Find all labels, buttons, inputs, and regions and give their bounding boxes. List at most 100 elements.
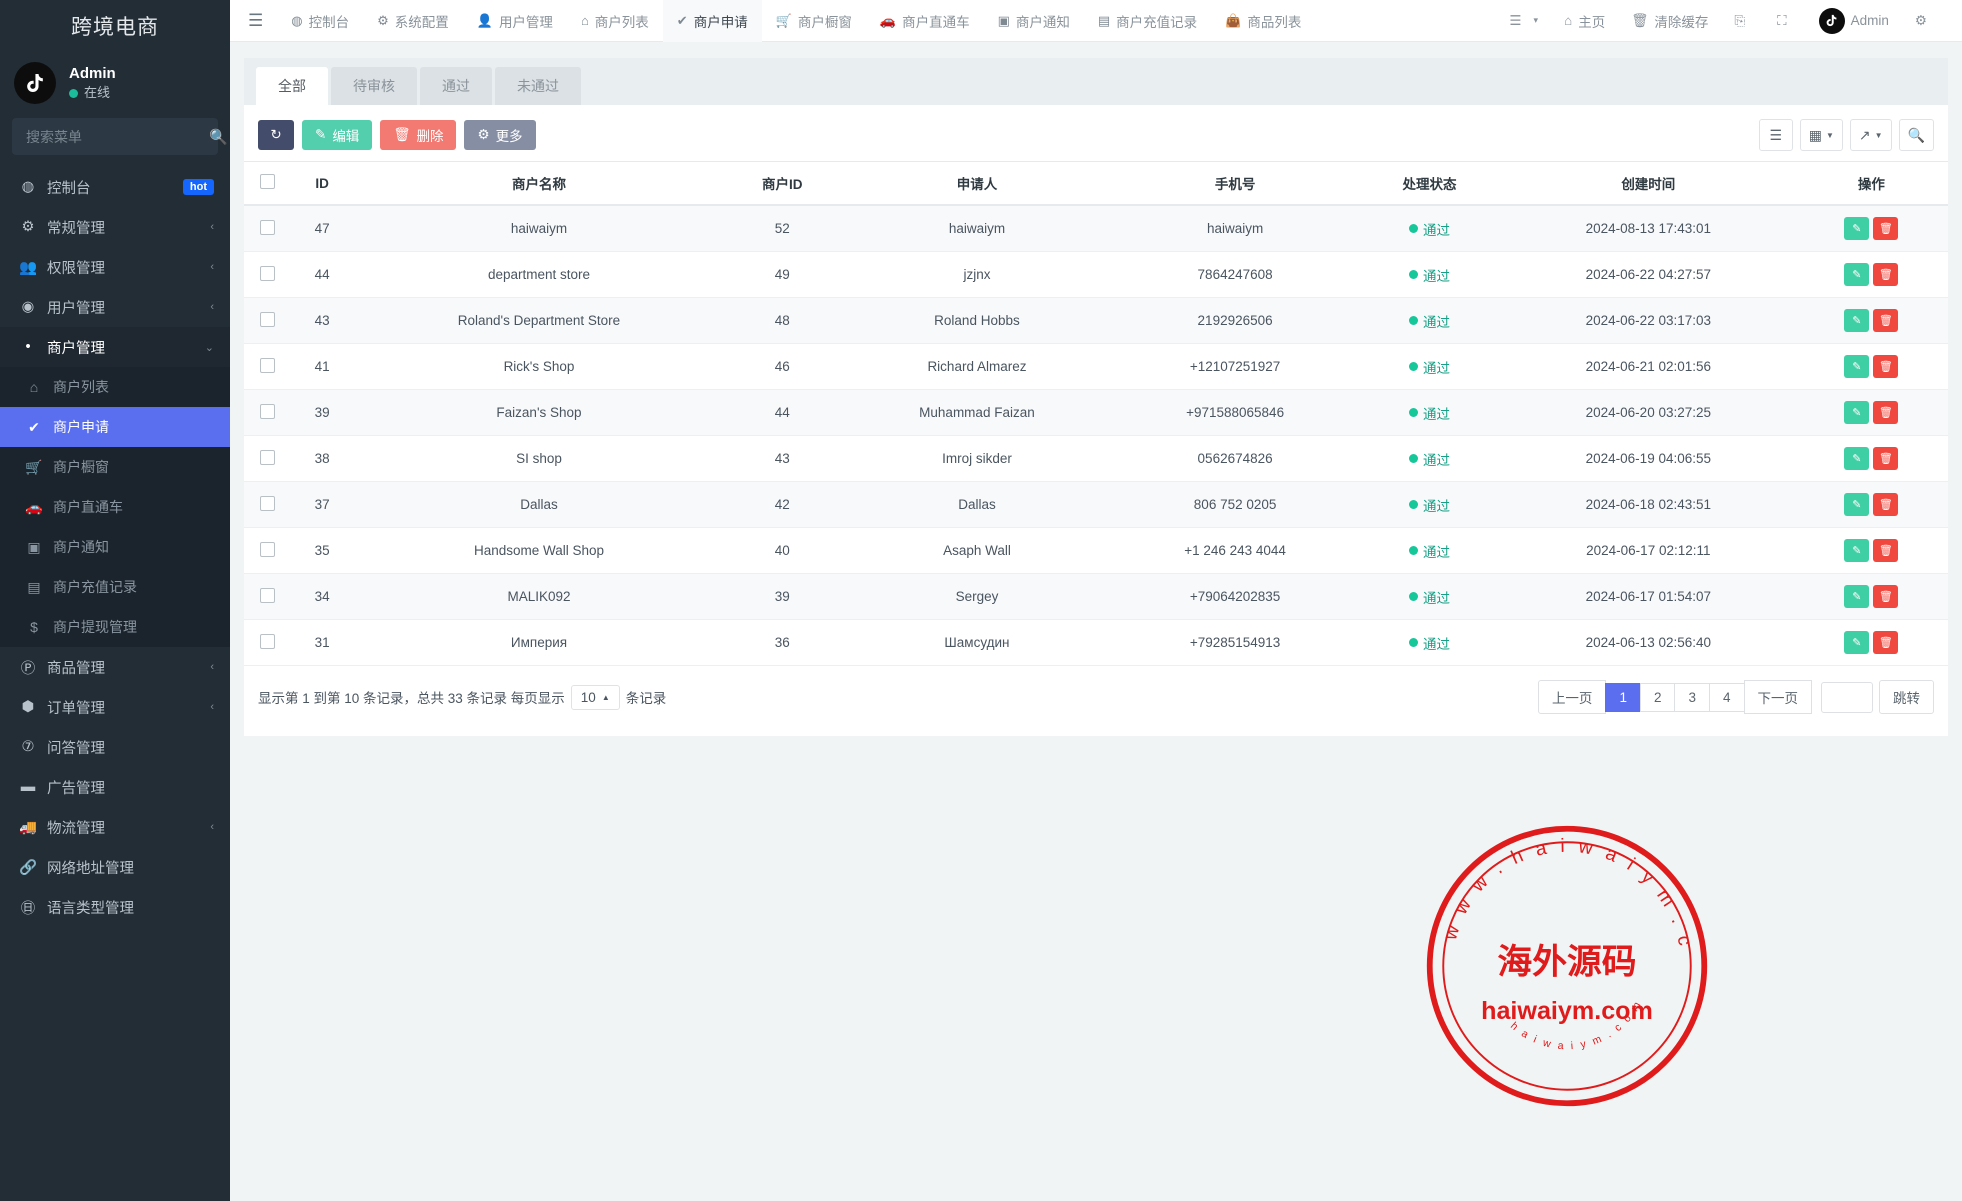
hamburger-icon[interactable]: ☰ <box>230 11 277 31</box>
topnav-item-6[interactable]: 🚗商户直通车 <box>866 0 984 42</box>
row-checkbox[interactable] <box>260 266 275 281</box>
status-badge[interactable]: 通过 <box>1409 311 1450 331</box>
sidebar-item-6[interactable]: ✔商户申请 <box>0 407 230 447</box>
tab-2[interactable]: 通过 <box>420 67 492 105</box>
sidebar-item-18[interactable]: ㊐语言类型管理 <box>0 887 230 927</box>
row-edit-button[interactable]: ✎ <box>1844 447 1869 470</box>
row-delete-button[interactable]: 🗑 <box>1873 401 1898 424</box>
topnav-item-7[interactable]: ▣商户通知 <box>984 0 1084 42</box>
sidebar-item-9[interactable]: ▣商户通知 <box>0 527 230 567</box>
sidebar-item-7[interactable]: 🛒商户橱窗 <box>0 447 230 487</box>
sidebar-item-12[interactable]: Ⓟ商品管理‹ <box>0 647 230 687</box>
topbar-action-0[interactable]: ☰▾ <box>1496 13 1551 29</box>
row-edit-button[interactable]: ✎ <box>1844 631 1869 654</box>
table-row[interactable]: 43Roland's Department Store48Roland Hobb… <box>244 298 1948 344</box>
sidebar-item-13[interactable]: ⬢订单管理‹ <box>0 687 230 727</box>
topbar-action-6[interactable]: ⚙ <box>1902 13 1946 29</box>
topbar-action-4[interactable]: ⛶ <box>1764 13 1805 29</box>
select-all-checkbox[interactable] <box>260 174 275 189</box>
table-row[interactable]: 34MALIK09239Sergey+79064202835通过2024-06-… <box>244 574 1948 620</box>
row-checkbox[interactable] <box>260 542 275 557</box>
row-checkbox[interactable] <box>260 634 275 649</box>
search-input[interactable] <box>24 128 209 146</box>
sidebar-item-8[interactable]: 🚗商户直通车 <box>0 487 230 527</box>
row-checkbox[interactable] <box>260 220 275 235</box>
row-delete-button[interactable]: 🗑 <box>1873 217 1898 240</box>
row-checkbox[interactable] <box>260 404 275 419</box>
row-delete-button[interactable]: 🗑 <box>1873 447 1898 470</box>
topnav-item-2[interactable]: 👤用户管理 <box>463 0 567 42</box>
sidebar-user[interactable]: Admin 在线 <box>0 52 230 118</box>
pagination-jump-input[interactable] <box>1821 682 1873 713</box>
status-badge[interactable]: 通过 <box>1409 265 1450 285</box>
row-edit-button[interactable]: ✎ <box>1844 263 1869 286</box>
pagination-page-4[interactable]: 4 <box>1709 683 1745 712</box>
table-row[interactable]: 47haiwaiym52haiwaiymhaiwaiym通过2024-08-13… <box>244 205 1948 252</box>
row-edit-button[interactable]: ✎ <box>1844 217 1869 240</box>
edit-button[interactable]: ✎ 编辑 <box>302 120 372 150</box>
pagination-page-3[interactable]: 3 <box>1674 683 1710 712</box>
sidebar-item-3[interactable]: ◉用户管理‹ <box>0 287 230 327</box>
row-edit-button[interactable]: ✎ <box>1844 539 1869 562</box>
topnav-item-0[interactable]: ◍控制台 <box>277 0 363 42</box>
tab-3[interactable]: 未通过 <box>495 67 581 105</box>
pagination-page-1[interactable]: 1 <box>1605 683 1641 712</box>
row-edit-button[interactable]: ✎ <box>1844 355 1869 378</box>
status-badge[interactable]: 通过 <box>1409 587 1450 607</box>
status-badge[interactable]: 通过 <box>1409 495 1450 515</box>
topnav-item-9[interactable]: 👜商品列表 <box>1211 0 1315 42</box>
sidebar-item-2[interactable]: 👥权限管理‹ <box>0 247 230 287</box>
sidebar-item-16[interactable]: 🚚物流管理‹ <box>0 807 230 847</box>
row-checkbox[interactable] <box>260 450 275 465</box>
table-row[interactable]: 35Handsome Wall Shop40Asaph Wall+1 246 2… <box>244 528 1948 574</box>
table-search-button[interactable]: 🔍 <box>1899 119 1934 151</box>
row-delete-button[interactable]: 🗑 <box>1873 539 1898 562</box>
topbar-action-3[interactable]: ⎘ <box>1721 13 1764 29</box>
export-button[interactable]: ↗ ▼ <box>1850 119 1892 151</box>
topnav-item-4[interactable]: ✔商户申请 <box>663 0 762 42</box>
row-delete-button[interactable]: 🗑 <box>1873 355 1898 378</box>
search-icon[interactable]: 🔍 <box>209 128 228 146</box>
row-delete-button[interactable]: 🗑 <box>1873 631 1898 654</box>
delete-button[interactable]: 🗑 删除 <box>380 120 456 150</box>
table-view-icon-button[interactable]: ☰ <box>1759 119 1793 151</box>
status-badge[interactable]: 通过 <box>1409 219 1450 239</box>
status-badge[interactable]: 通过 <box>1409 403 1450 423</box>
table-row[interactable]: 37Dallas42Dallas806 752 0205通过2024-06-18… <box>244 482 1948 528</box>
row-delete-button[interactable]: 🗑 <box>1873 585 1898 608</box>
table-row[interactable]: 31Империя36Шамсудин+79285154913通过2024-06… <box>244 620 1948 666</box>
row-checkbox[interactable] <box>260 358 275 373</box>
topbar-action-2[interactable]: 🗑清除缓存 <box>1618 11 1721 31</box>
topnav-item-1[interactable]: ⚙系统配置 <box>363 0 463 42</box>
topnav-item-5[interactable]: 🛒商户橱窗 <box>762 0 866 42</box>
topbar-action-1[interactable]: ⌂主页 <box>1551 11 1618 31</box>
status-badge[interactable]: 通过 <box>1409 541 1450 561</box>
topnav-item-8[interactable]: ▤商户充值记录 <box>1084 0 1211 42</box>
row-delete-button[interactable]: 🗑 <box>1873 493 1898 516</box>
pagination-next[interactable]: 下一页 <box>1744 680 1813 714</box>
page-size-select[interactable]: 10 ▲ <box>571 685 620 710</box>
row-edit-button[interactable]: ✎ <box>1844 401 1869 424</box>
row-edit-button[interactable]: ✎ <box>1844 309 1869 332</box>
sidebar-item-4[interactable]: •商户管理⌄ <box>0 327 230 367</box>
row-edit-button[interactable]: ✎ <box>1844 493 1869 516</box>
sidebar-item-11[interactable]: $商户提现管理 <box>0 607 230 647</box>
topbar-action-5[interactable]: Admin <box>1806 8 1902 34</box>
sidebar-item-1[interactable]: ⚙常规管理‹ <box>0 207 230 247</box>
tab-0[interactable]: 全部 <box>256 67 328 105</box>
sidebar-item-14[interactable]: ⑦问答管理 <box>0 727 230 767</box>
tab-1[interactable]: 待审核 <box>331 67 417 105</box>
table-row[interactable]: 39Faizan's Shop44Muhammad Faizan+9715880… <box>244 390 1948 436</box>
sidebar-search-box[interactable]: 🔍 <box>12 118 218 155</box>
pagination-page-2[interactable]: 2 <box>1640 683 1676 712</box>
status-badge[interactable]: 通过 <box>1409 633 1450 653</box>
pagination-prev[interactable]: 上一页 <box>1538 680 1607 714</box>
status-badge[interactable]: 通过 <box>1409 449 1450 469</box>
table-row[interactable]: 44department store49jzjnx7864247608通过202… <box>244 252 1948 298</box>
table-row[interactable]: 38SI shop43Imroj sikder0562674826通过2024-… <box>244 436 1948 482</box>
row-delete-button[interactable]: 🗑 <box>1873 263 1898 286</box>
topnav-item-3[interactable]: ⌂商户列表 <box>567 0 663 42</box>
row-checkbox[interactable] <box>260 588 275 603</box>
sidebar-item-5[interactable]: ⌂商户列表 <box>0 367 230 407</box>
pagination-jump-button[interactable]: 跳转 <box>1879 680 1934 714</box>
